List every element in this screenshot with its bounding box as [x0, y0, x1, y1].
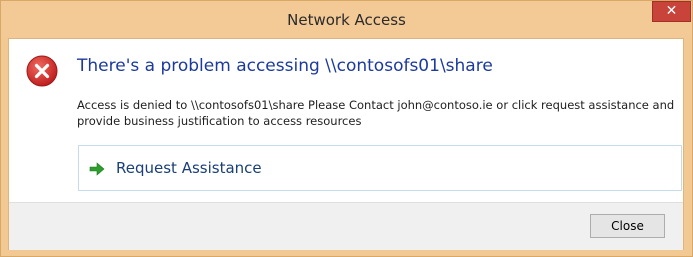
dialog-content: There's a problem accessing \\contosofs0…	[8, 38, 684, 250]
error-message: Access is denied to \\contosofs01\share …	[77, 98, 675, 128]
error-heading: There's a problem accessing \\contosofs0…	[77, 56, 493, 76]
request-assistance-command-link[interactable]: Request Assistance	[78, 145, 682, 191]
dialog-footer: Close	[9, 202, 683, 250]
title-bar[interactable]: Network Access ✕	[1, 1, 692, 38]
close-button[interactable]: Close	[590, 214, 665, 238]
dialog-window: Network Access ✕ There's a problem acces…	[0, 0, 693, 257]
error-icon	[26, 55, 58, 87]
window-close-button[interactable]: ✕	[652, 1, 691, 22]
green-arrow-right-icon	[89, 162, 105, 176]
request-assistance-label: Request Assistance	[116, 159, 262, 177]
window-title: Network Access	[287, 11, 406, 29]
close-icon: ✕	[665, 3, 678, 19]
